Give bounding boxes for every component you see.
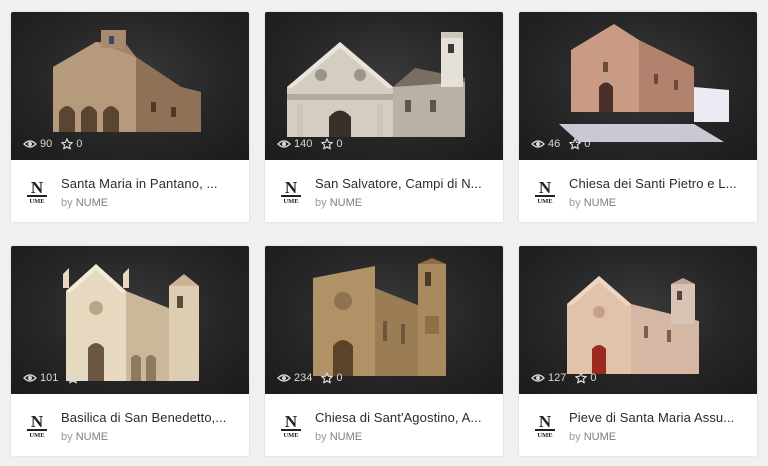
views-value: 234	[294, 372, 313, 384]
eye-icon	[277, 374, 291, 382]
star-icon	[569, 138, 582, 150]
model-card[interactable]: 127 0 Pieve di Santa Maria Assu... by NU…	[519, 246, 757, 456]
model-card[interactable]: 90 0 Santa Maria in Pantano, ... by NUME	[11, 12, 249, 222]
star-icon	[61, 138, 74, 150]
eye-icon	[277, 140, 291, 148]
model-card[interactable]: 101 0 Basilica di San Benedetto,... by N…	[11, 246, 249, 456]
model-card[interactable]: 234 0 Chiesa di Sant'Agostino, A... by N…	[265, 246, 503, 456]
by-label: by	[315, 431, 327, 443]
model-thumbnail[interactable]: 101 0	[11, 246, 249, 394]
author-name[interactable]: NUME	[330, 431, 362, 443]
likes-count[interactable]: 0	[575, 372, 596, 384]
by-label: by	[315, 197, 327, 209]
star-icon	[67, 372, 80, 384]
views-value: 101	[40, 372, 59, 384]
nume-logo[interactable]	[533, 410, 557, 438]
model-title[interactable]: Chiesa di Sant'Agostino, A...	[315, 410, 495, 425]
model-title[interactable]: Pieve di Santa Maria Assu...	[569, 410, 749, 425]
eye-icon	[23, 374, 37, 382]
eye-icon	[23, 140, 37, 148]
likes-count[interactable]: 0	[61, 138, 82, 150]
by-label: by	[61, 197, 73, 209]
model-title[interactable]: Santa Maria in Pantano, ...	[61, 176, 241, 191]
by-label: by	[569, 197, 581, 209]
by-label: by	[569, 431, 581, 443]
likes-value: 0	[336, 372, 343, 384]
star-icon	[575, 372, 588, 384]
likes-count[interactable]: 0	[569, 138, 590, 150]
model-title[interactable]: Chiesa dei Santi Pietro e L...	[569, 176, 749, 191]
model-info: Chiesa dei Santi Pietro e L... by NUME	[519, 160, 757, 222]
views-count: 90	[23, 138, 52, 150]
nume-logo[interactable]	[25, 176, 49, 204]
model-info: San Salvatore, Campi di N... by NUME	[265, 160, 503, 222]
model-info: Basilica di San Benedetto,... by NUME	[11, 394, 249, 456]
views-count: 46	[531, 138, 560, 150]
nume-logo[interactable]	[533, 176, 557, 204]
model-stats: 46 0	[531, 138, 590, 150]
nume-logo[interactable]	[279, 176, 303, 204]
star-icon	[321, 372, 334, 384]
model-thumbnail[interactable]: 127 0	[519, 246, 757, 394]
views-count: 127	[531, 372, 566, 384]
likes-count[interactable]: 0	[321, 372, 342, 384]
model-stats: 140 0	[277, 138, 342, 150]
views-count: 101	[23, 372, 58, 384]
model-thumbnail[interactable]: 90 0	[11, 12, 249, 160]
eye-icon	[531, 374, 545, 382]
author-line: by NUME	[569, 197, 616, 209]
model-stats: 234 0	[277, 372, 342, 384]
author-line: by NUME	[569, 431, 616, 443]
model-thumbnail[interactable]: 46 0	[519, 12, 757, 160]
likes-value: 0	[82, 372, 89, 384]
author-line: by NUME	[61, 431, 108, 443]
views-value: 90	[40, 138, 53, 150]
likes-count[interactable]: 0	[321, 138, 342, 150]
model-stats: 101 0	[23, 372, 88, 384]
model-card[interactable]: 140 0 San Salvatore, Campi di N... by NU…	[265, 12, 503, 222]
model-thumbnail[interactable]: 140 0	[265, 12, 503, 160]
star-icon	[321, 138, 334, 150]
author-name[interactable]: NUME	[330, 197, 362, 209]
model-info: Santa Maria in Pantano, ... by NUME	[11, 160, 249, 222]
likes-value: 0	[336, 138, 343, 150]
author-name[interactable]: NUME	[584, 197, 616, 209]
author-line: by NUME	[315, 431, 362, 443]
author-name[interactable]: NUME	[76, 431, 108, 443]
model-card[interactable]: 46 0 Chiesa dei Santi Pietro e L... by N…	[519, 12, 757, 222]
model-stats: 127 0	[531, 372, 596, 384]
model-info: Pieve di Santa Maria Assu... by NUME	[519, 394, 757, 456]
views-value: 127	[548, 372, 567, 384]
nume-logo[interactable]	[25, 410, 49, 438]
views-count: 140	[277, 138, 312, 150]
likes-value: 0	[590, 372, 597, 384]
likes-value: 0	[76, 138, 83, 150]
eye-icon	[531, 140, 545, 148]
author-line: by NUME	[61, 197, 108, 209]
model-info: Chiesa di Sant'Agostino, A... by NUME	[265, 394, 503, 456]
views-value: 140	[294, 138, 313, 150]
likes-value: 0	[584, 138, 591, 150]
by-label: by	[61, 431, 73, 443]
views-value: 46	[548, 138, 561, 150]
model-stats: 90 0	[23, 138, 82, 150]
likes-count[interactable]: 0	[67, 372, 88, 384]
author-name[interactable]: NUME	[76, 197, 108, 209]
model-title[interactable]: Basilica di San Benedetto,...	[61, 410, 241, 425]
author-line: by NUME	[315, 197, 362, 209]
model-title[interactable]: San Salvatore, Campi di N...	[315, 176, 495, 191]
views-count: 234	[277, 372, 312, 384]
model-thumbnail[interactable]: 234 0	[265, 246, 503, 394]
nume-logo[interactable]	[279, 410, 303, 438]
author-name[interactable]: NUME	[584, 431, 616, 443]
